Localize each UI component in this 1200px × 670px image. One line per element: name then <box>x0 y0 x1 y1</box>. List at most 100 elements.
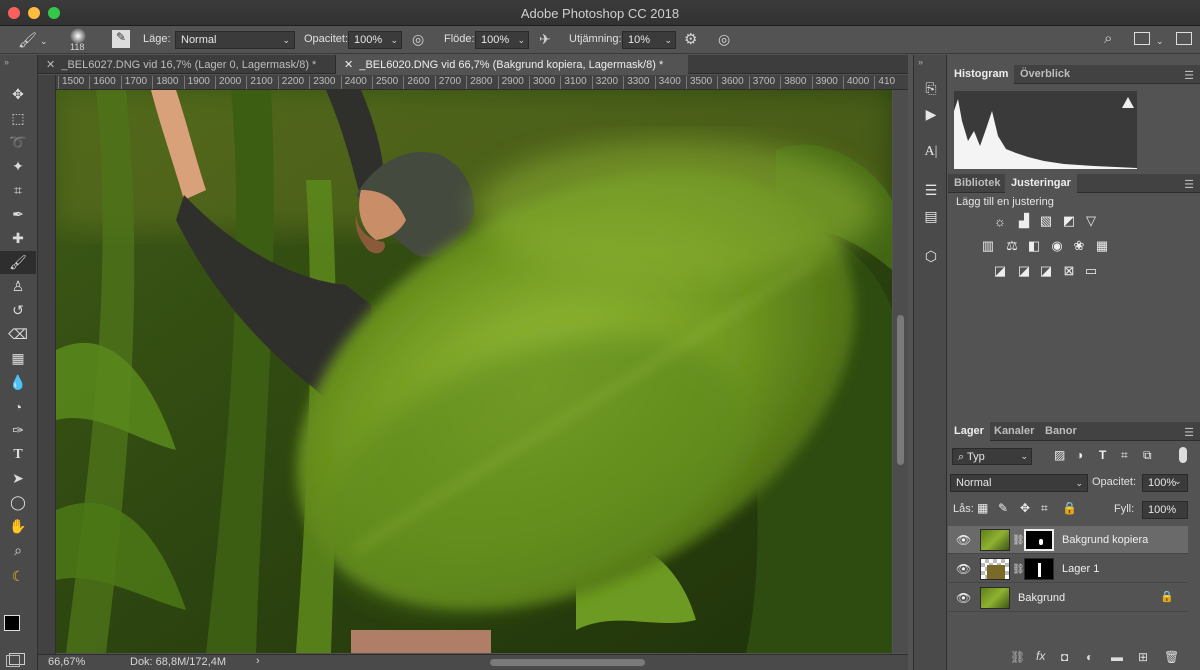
tab-kanaler[interactable]: Kanaler <box>988 422 1040 441</box>
tab-overblick[interactable]: Överblick <box>1014 65 1076 84</box>
tab-justeringar[interactable]: Justeringar <box>1005 174 1077 193</box>
pressure-opacity-icon[interactable]: ◎ <box>412 31 424 48</box>
tab-bibliotek[interactable]: Bibliotek <box>948 174 1006 193</box>
tab-bel6020[interactable]: ✕ _BEL6020.DNG vid 66,7% (Bakgrund kopie… <box>336 55 688 74</box>
filter-adjustment-icon[interactable]: ◑ <box>1076 448 1083 462</box>
3d-cube-icon[interactable]: ⬡ <box>920 245 942 267</box>
exposure-icon[interactable]: ◩ <box>1059 211 1079 231</box>
ellipse-tool-icon[interactable]: ◯ <box>0 491 36 514</box>
levels-icon[interactable]: ▟ <box>1014 211 1034 231</box>
photo-filter-icon[interactable]: ◉ <box>1047 236 1067 256</box>
stamp-tool-icon[interactable]: ♙ <box>0 275 36 298</box>
pen-tool-icon[interactable]: ✑ <box>0 419 36 442</box>
close-icon[interactable]: ✕ <box>344 59 353 71</box>
close-icon[interactable]: ✕ <box>46 59 55 71</box>
fill-input[interactable]: 100% <box>1142 501 1188 519</box>
new-layer-icon[interactable]: ⊞ <box>1138 650 1148 664</box>
dodge-tool-icon[interactable]: ◔ <box>0 395 36 418</box>
brush-tool-icon[interactable]: 🖌 <box>0 251 36 274</box>
lock-position-icon[interactable]: ✥ <box>1020 501 1030 515</box>
layer-row-bakgrund-kopiera[interactable]: 👁 ⛓ Bakgrund kopiera <box>948 526 1188 554</box>
zoom-level[interactable]: 66,67% <box>48 656 85 668</box>
chevron-down-icon[interactable]: ⌄ <box>1156 36 1164 47</box>
color-balance-icon[interactable]: ⚖ <box>1002 236 1022 256</box>
link-icon[interactable]: ⛓ <box>1012 564 1025 575</box>
gradient-tool-icon[interactable]: ▦ <box>0 347 36 370</box>
brush-settings-icon[interactable]: ✎ <box>112 30 130 48</box>
black-white-icon[interactable]: ◧ <box>1024 236 1044 256</box>
paragraph-icon[interactable]: ☰ <box>920 179 942 201</box>
layer-filter-select[interactable]: ⌕ Typ ⌄ <box>952 448 1032 465</box>
character-icon[interactable]: A| <box>920 141 942 163</box>
fx-icon[interactable]: fx <box>1036 649 1045 663</box>
banana-icon[interactable]: ☾ <box>0 565 36 588</box>
tab-histogram[interactable]: Histogram <box>948 65 1015 84</box>
channel-mixer-icon[interactable]: ❀ <box>1069 236 1089 256</box>
collapse-icon[interactable]: » <box>918 57 923 67</box>
gradient-map-icon[interactable]: ▭ <box>1081 261 1101 281</box>
move-tool-icon[interactable]: ✥ <box>0 83 36 106</box>
lock-artboard-icon[interactable]: ⌗ <box>1041 501 1048 516</box>
marquee-tool-icon[interactable]: ⬚ <box>0 107 36 130</box>
filter-smart-object-icon[interactable]: ⧉ <box>1143 448 1152 463</box>
eraser-tool-icon[interactable]: ⌫ <box>0 323 36 346</box>
healing-brush-tool-icon[interactable]: ✚ <box>0 227 36 250</box>
filter-shape-icon[interactable]: ⌗ <box>1121 448 1128 463</box>
lock-all-icon[interactable]: 🔒 <box>1062 501 1077 515</box>
vertical-scrollbar[interactable] <box>893 90 908 653</box>
add-mask-icon[interactable]: ◘ <box>1061 650 1068 664</box>
gear-icon[interactable]: ⚙ <box>684 30 697 48</box>
link-icon[interactable]: ⛓ <box>1012 535 1025 546</box>
path-selection-tool-icon[interactable]: ➤ <box>0 467 36 490</box>
invert-icon[interactable]: ◪ <box>990 261 1010 281</box>
filter-pixel-icon[interactable]: ▨ <box>1054 448 1065 462</box>
eye-icon[interactable]: 👁 <box>956 591 971 605</box>
horizontal-scroll-thumb[interactable] <box>490 659 645 666</box>
zoom-tool-icon[interactable]: ⌕ <box>0 539 36 562</box>
workspace-icon[interactable] <box>1134 32 1150 45</box>
eye-icon[interactable]: 👁 <box>956 562 971 576</box>
filter-type-icon[interactable]: T <box>1099 448 1106 462</box>
smoothing-input[interactable]: 10% ⌄ <box>622 31 676 49</box>
layer-row-bakgrund[interactable]: 👁 Bakgrund 🔒 <box>948 584 1188 612</box>
blur-tool-icon[interactable]: 💧 <box>0 371 36 394</box>
panel-menu-icon[interactable]: ☰ <box>1184 69 1194 82</box>
filter-toggle[interactable] <box>1179 447 1187 463</box>
chevron-down-icon[interactable]: ⌄ <box>40 36 48 47</box>
hue-saturation-icon[interactable]: ▥ <box>978 236 998 256</box>
play-icon[interactable]: ▶ <box>920 103 942 125</box>
eyedropper-tool-icon[interactable]: ✒ <box>0 203 36 226</box>
pressure-size-icon[interactable]: ◎ <box>718 31 730 48</box>
brush-tool-icon[interactable]: 🖌 <box>18 31 37 49</box>
notes-icon[interactable]: ▤ <box>920 205 942 227</box>
brightness-icon[interactable]: ☼ <box>990 211 1010 231</box>
threshold-icon[interactable]: ◪ <box>1036 261 1056 281</box>
link-layers-icon[interactable]: ⛓ <box>1010 650 1025 664</box>
selective-color-icon[interactable]: ⊠ <box>1059 261 1079 281</box>
lock-pixels-icon[interactable]: ✎ <box>998 501 1008 515</box>
flow-input[interactable]: 100% ⌄ <box>475 31 529 49</box>
lasso-tool-icon[interactable]: ➰ <box>0 131 36 154</box>
curves-icon[interactable]: ▧ <box>1036 211 1056 231</box>
foreground-color-swatch[interactable] <box>4 615 20 631</box>
vibrance-icon[interactable]: ▽ <box>1081 211 1101 231</box>
mode-select[interactable]: Normal ⌄ <box>175 31 295 49</box>
crop-tool-icon[interactable]: ⌗ <box>0 179 36 202</box>
tab-bel6027[interactable]: ✕ _BEL6027.DNG vid 16,7% (Lager 0, Lager… <box>38 55 336 74</box>
history-icon[interactable]: ⎘ <box>920 77 942 99</box>
color-lookup-icon[interactable]: ▦ <box>1092 236 1112 256</box>
chevron-right-icon[interactable]: › <box>256 655 260 667</box>
lock-transparent-icon[interactable]: ▦ <box>977 501 988 515</box>
eye-icon[interactable]: 👁 <box>956 533 971 547</box>
mask-thumbnail[interactable] <box>1024 529 1054 551</box>
opacity-input[interactable]: 100% ⌄ <box>348 31 402 49</box>
scroll-thumb[interactable] <box>897 315 904 465</box>
magic-wand-tool-icon[interactable]: ✦ <box>0 155 36 178</box>
collapse-icon[interactable]: » <box>4 57 9 67</box>
mask-thumbnail[interactable] <box>1024 558 1054 580</box>
folder-icon[interactable]: ▬ <box>1111 650 1123 664</box>
hand-tool-icon[interactable]: ✋ <box>0 515 36 538</box>
tab-lager[interactable]: Lager <box>948 422 990 441</box>
share-icon[interactable] <box>1176 32 1192 45</box>
blend-mode-select[interactable]: Normal ⌄ <box>950 474 1088 492</box>
